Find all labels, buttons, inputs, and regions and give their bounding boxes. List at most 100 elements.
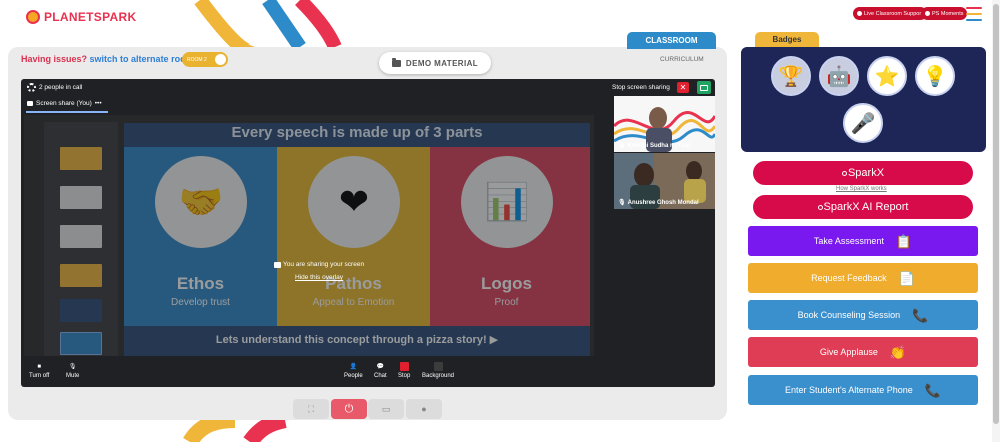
sharing-message: You are sharing your screen Hide this ov…: [271, 261, 364, 281]
fullscreen-button[interactable]: ⛶: [293, 399, 329, 419]
book-counseling-button[interactable]: Book Counseling Session 📞: [748, 300, 978, 330]
participant-tile-self[interactable]: 🎙 Keerthi Sudha n (You): [614, 96, 715, 152]
share-screen-icon[interactable]: [697, 81, 711, 94]
microphone-icon: 🎙: [68, 364, 77, 370]
room-toggle[interactable]: ROOM 2: [182, 52, 228, 67]
clapping-hands-icon: 👏: [889, 344, 907, 360]
people-label: People: [344, 373, 363, 379]
stop-sharing-label: Stop screen sharing: [612, 84, 670, 91]
stop-share-button[interactable]: Stop: [398, 362, 410, 379]
background-button[interactable]: Background: [422, 362, 454, 379]
mute-button[interactable]: 🎙 Mute: [66, 362, 79, 379]
fullscreen-icon: ⛶: [307, 403, 315, 414]
scrollbar-thumb[interactable]: [993, 4, 999, 424]
badges-panel: 🏆 🤖 ⭐ 💡 🎤: [741, 47, 986, 152]
support-icon: [857, 11, 862, 16]
idea-badge-icon[interactable]: 💡: [915, 56, 955, 96]
more-options-icon[interactable]: •••: [95, 100, 102, 107]
power-icon: ⏻: [344, 402, 354, 415]
screen-share-tab[interactable]: Screen share (You) •••: [27, 100, 102, 107]
people-count: 2 people in call: [39, 84, 83, 91]
screen-tab-indicator: [26, 111, 108, 113]
participant-name: 🎙 Anushree Ghosh Mondal: [618, 199, 699, 207]
stop-sharing-close-button[interactable]: ✕: [677, 82, 689, 93]
how-sparkx-link[interactable]: How SparkX works: [836, 186, 887, 192]
give-applause-label: Give Applause: [819, 347, 878, 357]
alternate-room-link[interactable]: switch to alternate room: [90, 54, 194, 64]
background-label: Background: [422, 373, 455, 379]
whiteboard-button[interactable]: ●: [406, 399, 442, 419]
issues-notice: Having issues? switch to alternate room: [21, 54, 194, 64]
participant-name-label: Anushree Ghosh Mondal: [627, 199, 699, 206]
alternate-phone-button[interactable]: Enter Student's Alternate Phone 📞: [748, 375, 978, 405]
call-controls-bar: ■ Turn off 🎙 Mute 👤 People 💬 Chat Stop B…: [21, 359, 715, 387]
people-icon: 👤: [349, 364, 358, 370]
tab-classroom[interactable]: CLASSROOM: [627, 32, 716, 49]
book-counseling-label: Book Counseling Session: [797, 310, 901, 320]
folder-icon: [391, 57, 401, 67]
sparkx-button[interactable]: SparkX: [753, 161, 973, 185]
people-button[interactable]: 👤 People: [344, 362, 363, 379]
hide-overlay-link[interactable]: Hide this overlay: [295, 274, 364, 281]
planetspark-mark-icon: [26, 10, 40, 24]
mute-label: Mute: [66, 373, 80, 379]
badges-tab[interactable]: Badges: [755, 32, 819, 47]
sparkx-ai-label: SparkX AI Report: [823, 201, 909, 213]
sparkx-label: SparkX: [847, 167, 885, 179]
stop-label: Stop: [398, 373, 411, 379]
document-icon: 📄: [898, 270, 915, 286]
sparkx-ai-icon: [817, 204, 823, 210]
participant-name-label: Keerthi Sudha n (You): [627, 142, 691, 149]
request-feedback-label: Request Feedback: [811, 273, 887, 283]
menu-icon[interactable]: [966, 7, 982, 21]
chat-label: Chat: [374, 373, 387, 379]
monitor-icon: ▭: [381, 403, 391, 414]
demo-material-button[interactable]: DEMO MATERIAL: [379, 52, 491, 74]
camera-label: Turn off: [29, 373, 50, 379]
take-assessment-label: Take Assessment: [813, 236, 884, 246]
support-label: Live Classroom Support: [864, 10, 923, 17]
room-toggle-label: ROOM 2: [187, 56, 207, 63]
camera-toggle-button[interactable]: ■ Turn off: [29, 362, 50, 380]
sharing-message-text: You are sharing your screen: [283, 261, 365, 268]
stop-share-icon: [399, 362, 409, 371]
toggle-knob: [215, 54, 226, 65]
clipboard-icon: 📋: [895, 233, 913, 249]
palette-icon: ●: [421, 404, 427, 414]
ps-moments-button[interactable]: PS Moments: [921, 7, 968, 20]
sparkx-ai-report-button[interactable]: SparkX AI Report: [753, 195, 973, 219]
give-applause-button[interactable]: Give Applause 👏: [748, 337, 978, 367]
shared-screen: Every speech is made up of 3 parts 🤝 Eth…: [24, 115, 594, 356]
trophy-badge-icon[interactable]: 🏆: [771, 56, 811, 96]
phone-icon: 📞: [924, 382, 941, 398]
planetspark-logo[interactable]: PLANETSPARK: [26, 10, 136, 24]
live-classroom-support-button[interactable]: Live Classroom Support: [853, 7, 927, 20]
request-feedback-button[interactable]: Request Feedback 📄: [748, 263, 978, 293]
star-badge-icon[interactable]: ⭐: [867, 56, 907, 96]
sharing-overlay: [24, 115, 594, 356]
background-icon: [433, 362, 443, 371]
screen-share-button[interactable]: ▭: [368, 399, 404, 419]
issues-text: Having issues?: [21, 54, 88, 64]
mic-off-icon: 🎙: [618, 200, 626, 206]
participant-tile[interactable]: 🎙 Anushree Ghosh Mondal: [614, 153, 715, 209]
settings-gear-icon[interactable]: [27, 83, 36, 92]
mic-icon: 🎙: [618, 143, 626, 149]
moments-icon: [925, 11, 930, 16]
end-call-button[interactable]: ⏻: [331, 399, 367, 419]
speaker-badge-icon[interactable]: 🎤: [843, 103, 883, 143]
demo-material-label: DEMO MATERIAL: [405, 58, 479, 68]
participant-name: 🎙 Keerthi Sudha n (You): [618, 142, 691, 150]
sparkx-icon: [841, 170, 847, 176]
app-root: PLANETSPARK Live Classroom Support PS Mo…: [0, 0, 1000, 442]
camera-icon: ■: [37, 363, 41, 370]
logo-text: PLANETSPARK: [44, 10, 137, 24]
tab-curriculum[interactable]: CURRICULUM: [660, 56, 704, 63]
screen-icon: [27, 101, 33, 106]
robot-badge-icon[interactable]: 🤖: [819, 56, 859, 96]
take-assessment-button[interactable]: Take Assessment 📋: [748, 226, 978, 256]
chat-button[interactable]: 💬 Chat: [374, 362, 387, 379]
alternate-phone-label: Enter Student's Alternate Phone: [785, 385, 913, 395]
moments-label: PS Moments: [932, 10, 964, 17]
phone-icon: 📞: [912, 307, 929, 323]
